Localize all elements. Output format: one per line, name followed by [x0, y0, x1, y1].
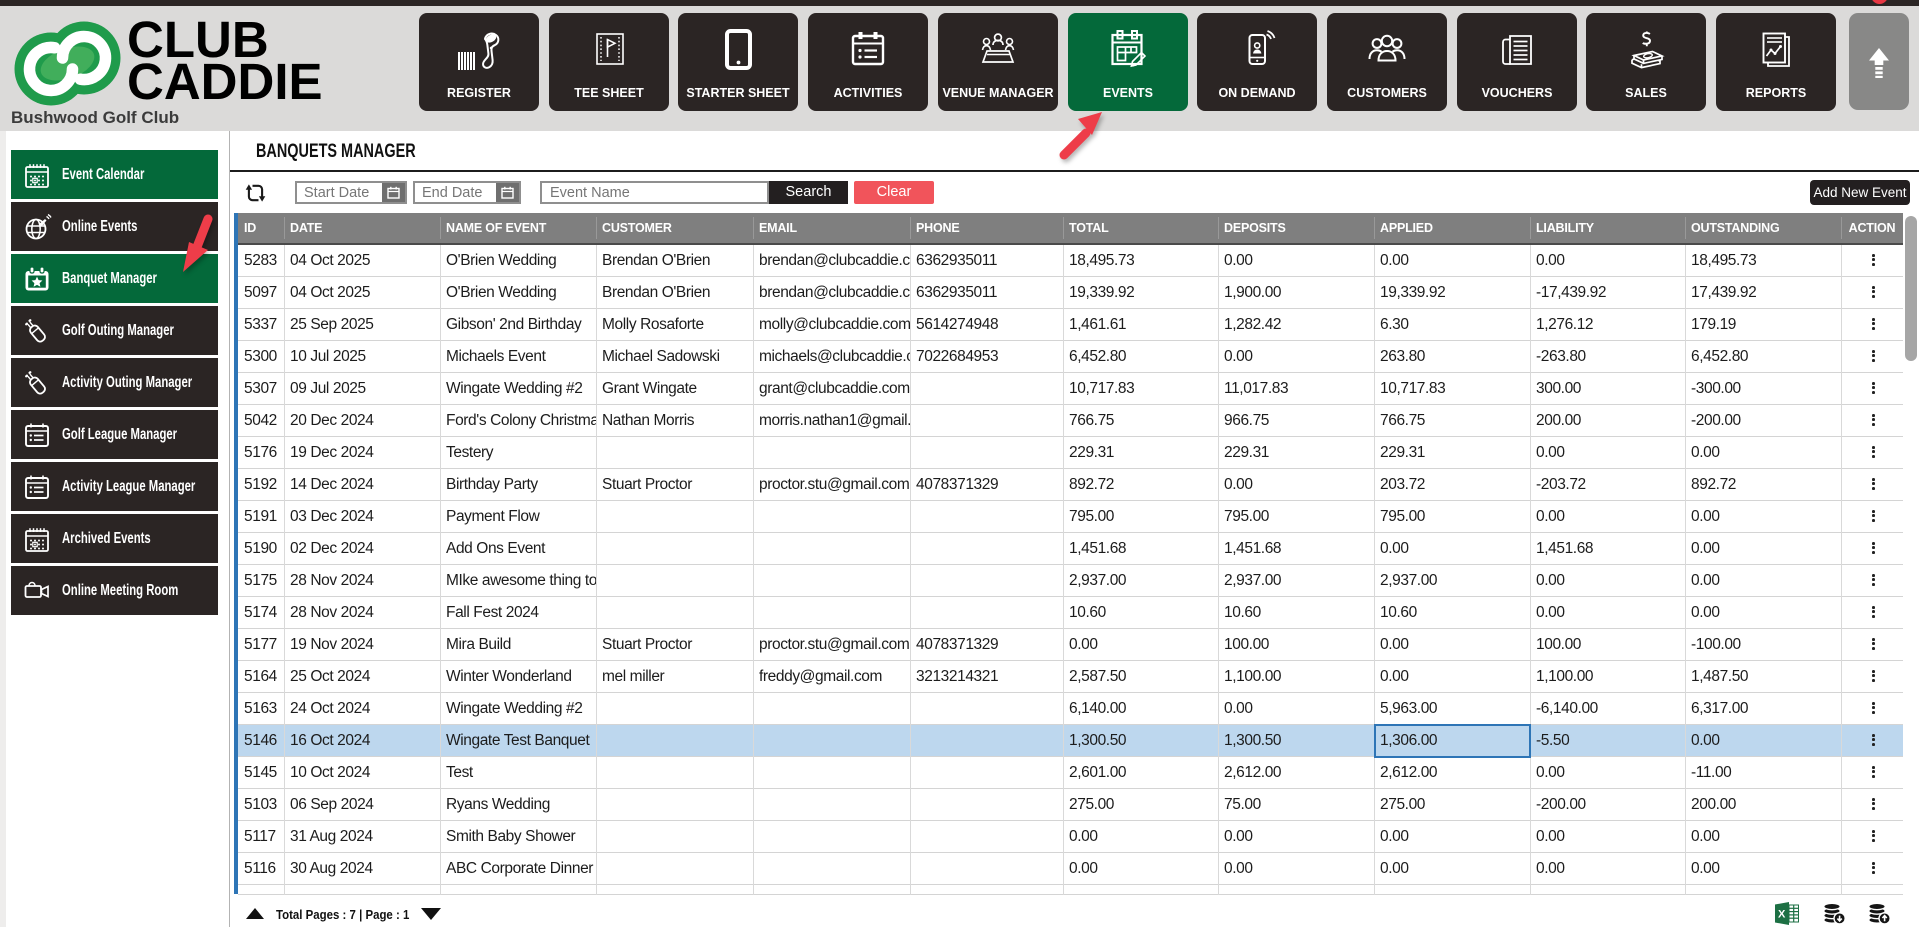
svg-text:X: X — [1778, 909, 1786, 921]
